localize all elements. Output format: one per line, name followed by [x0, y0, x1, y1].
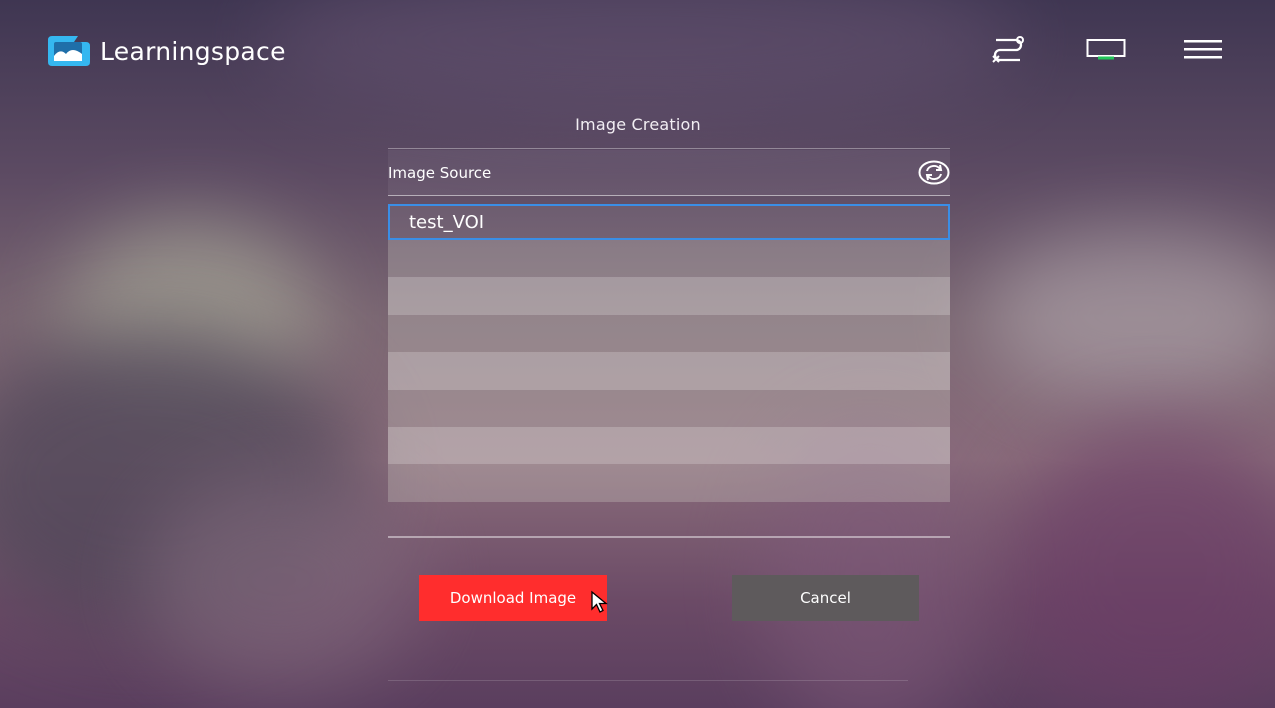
image-source-header: Image Source [388, 150, 950, 195]
mouse-cursor-icon [591, 590, 608, 613]
list-bottom-divider [388, 536, 950, 538]
list-item[interactable] [388, 426, 950, 465]
screen-icon[interactable] [1086, 34, 1126, 66]
learningspace-logo-icon [48, 36, 90, 66]
list-item[interactable] [388, 314, 950, 353]
route-icon[interactable] [988, 34, 1028, 66]
list-item[interactable] [388, 240, 950, 278]
source-divider [388, 195, 950, 196]
list-item[interactable] [388, 352, 950, 390]
image-source-label: Image Source [388, 164, 492, 182]
list-item-label: test_VOI [409, 212, 485, 233]
list-item[interactable] [388, 464, 950, 502]
cancel-button[interactable]: Cancel [732, 575, 919, 621]
list-item[interactable] [388, 277, 950, 315]
hamburger-menu-icon[interactable] [1183, 34, 1223, 66]
top-bar: Learningspace [0, 0, 1275, 100]
app-logo: Learningspace [46, 34, 286, 68]
download-image-button[interactable]: Download Image [419, 575, 607, 621]
list-item[interactable] [388, 389, 950, 427]
dialog-title: Image Creation [575, 115, 701, 134]
footer-divider [388, 680, 908, 681]
app-name: Learningspace [100, 36, 286, 66]
refresh-icon[interactable] [918, 160, 950, 185]
title-divider [388, 148, 950, 149]
image-source-list: test_VOI [388, 204, 950, 502]
list-item-selected[interactable]: test_VOI [388, 204, 950, 240]
